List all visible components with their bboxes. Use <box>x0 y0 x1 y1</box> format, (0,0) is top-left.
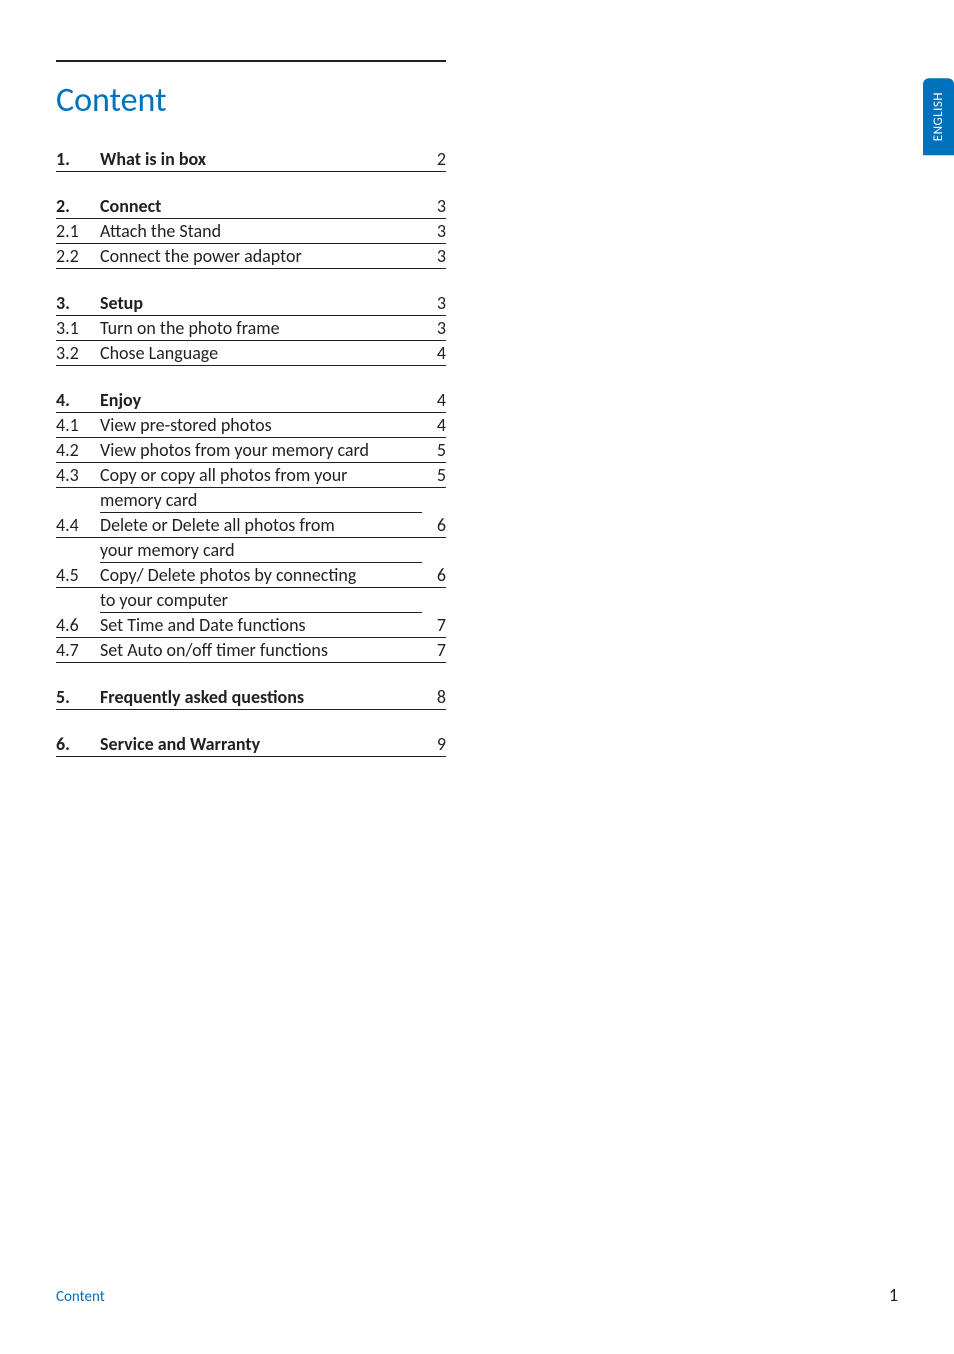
toc-section-head: 4.Enjoy4 <box>56 388 446 413</box>
footer: Content 1 <box>56 1284 898 1306</box>
toc-title: What is in box <box>100 147 422 172</box>
toc-title: Copy/ Delete photos by connecting <box>100 563 422 588</box>
toc-title: Delete or Delete all photos from <box>100 513 422 538</box>
toc-num: 5. <box>56 685 100 710</box>
toc-num: 4.1 <box>56 413 100 438</box>
page: Content 1.What is in box22.Connect32.1At… <box>0 0 954 1354</box>
toc-page: 3 <box>422 316 446 341</box>
toc-title: Attach the Stand <box>100 219 422 244</box>
toc-num: 3. <box>56 291 100 316</box>
toc-item: 4.5Copy/ Delete photos by connecting6 <box>56 563 446 588</box>
toc-item: 3.2Chose Language4 <box>56 341 446 366</box>
toc-item: 2.2Connect the power adaptor3 <box>56 244 446 269</box>
footer-label: Content <box>56 1288 105 1306</box>
toc-section: 3.Setup33.1Turn on the photo frame33.2Ch… <box>56 291 446 366</box>
toc-section: 5.Frequently asked questions8 <box>56 685 446 710</box>
toc-num: 4.6 <box>56 613 100 638</box>
toc-page: 3 <box>422 291 446 316</box>
toc-section-head: 2.Connect3 <box>56 194 446 219</box>
toc-num: 2.1 <box>56 219 100 244</box>
toc-title: Connect <box>100 194 422 219</box>
toc-page: 8 <box>422 685 446 710</box>
toc-title: Service and Warranty <box>100 732 422 757</box>
toc-title: Chose Language <box>100 341 422 366</box>
toc-section: 4.Enjoy44.1View pre-stored photos44.2Vie… <box>56 388 446 663</box>
toc-item: 4.4Delete or Delete all photos from6 <box>56 513 446 538</box>
toc-page: 2 <box>422 147 446 172</box>
toc-title: Copy or copy all photos from your <box>100 463 422 488</box>
toc-num: 4.4 <box>56 513 100 538</box>
toc-title: Connect the power adaptor <box>100 244 422 269</box>
toc-page: 3 <box>422 219 446 244</box>
toc-title: View pre-stored photos <box>100 413 422 438</box>
page-title: Content <box>56 80 898 121</box>
toc-item-continuation: your memory card <box>56 538 446 563</box>
toc-title: Setup <box>100 291 422 316</box>
toc-page: 5 <box>422 438 446 463</box>
toc-num-empty <box>56 589 100 613</box>
toc-item: 3.1Turn on the photo frame3 <box>56 316 446 341</box>
toc-title: Turn on the photo frame <box>100 316 422 341</box>
toc-page: 7 <box>422 613 446 638</box>
toc-title: Enjoy <box>100 388 422 413</box>
toc-page: 3 <box>422 244 446 269</box>
toc-title: View photos from your memory card <box>100 438 422 463</box>
language-tab: ENGLISH <box>923 78 954 155</box>
toc-num: 4.2 <box>56 438 100 463</box>
toc-item: 4.3Copy or copy all photos from your5 <box>56 463 446 488</box>
toc-page: 9 <box>422 732 446 757</box>
toc-num: 1. <box>56 147 100 172</box>
toc-item: 4.2View photos from your memory card5 <box>56 438 446 463</box>
toc-num: 4. <box>56 388 100 413</box>
toc-page: 4 <box>422 341 446 366</box>
toc-num: 2.2 <box>56 244 100 269</box>
toc-title-cont: to your computer <box>100 588 422 613</box>
toc-page-empty <box>422 589 446 613</box>
toc-section: 2.Connect32.1Attach the Stand32.2Connect… <box>56 194 446 269</box>
toc-section-head: 5.Frequently asked questions8 <box>56 685 446 710</box>
toc-page: 7 <box>422 638 446 663</box>
footer-page-number: 1 <box>889 1284 898 1306</box>
toc-num: 6. <box>56 732 100 757</box>
toc-num-empty <box>56 539 100 563</box>
toc-page: 4 <box>422 388 446 413</box>
toc-page-empty <box>422 489 446 513</box>
toc-title-cont: memory card <box>100 488 422 513</box>
toc-num: 4.7 <box>56 638 100 663</box>
toc-section-head: 3.Setup3 <box>56 291 446 316</box>
toc-page: 5 <box>422 463 446 488</box>
toc-title: Set Auto on/off timer functions <box>100 638 422 663</box>
toc-page: 6 <box>422 563 446 588</box>
toc-item-continuation: to your computer <box>56 588 446 613</box>
toc-item-continuation: memory card <box>56 488 446 513</box>
toc-item: 2.1Attach the Stand3 <box>56 219 446 244</box>
top-rule <box>56 60 446 62</box>
toc-page: 6 <box>422 513 446 538</box>
toc-num: 2. <box>56 194 100 219</box>
toc-item: 4.6Set Time and Date functions7 <box>56 613 446 638</box>
toc-section: 1.What is in box2 <box>56 147 446 172</box>
toc-num: 4.3 <box>56 463 100 488</box>
toc-num: 3.1 <box>56 316 100 341</box>
toc-title-cont: your memory card <box>100 538 422 563</box>
toc-section-head: 1.What is in box2 <box>56 147 446 172</box>
toc-section-head: 6.Service and Warranty9 <box>56 732 446 757</box>
toc-num: 4.5 <box>56 563 100 588</box>
toc-section: 6.Service and Warranty9 <box>56 732 446 757</box>
toc-page: 4 <box>422 413 446 438</box>
toc-page-empty <box>422 539 446 563</box>
toc-item: 4.7Set Auto on/off timer functions7 <box>56 638 446 663</box>
toc-num-empty <box>56 489 100 513</box>
toc-page: 3 <box>422 194 446 219</box>
toc-title: Frequently asked questions <box>100 685 422 710</box>
toc-item: 4.1View pre-stored photos4 <box>56 413 446 438</box>
toc-title: Set Time and Date functions <box>100 613 422 638</box>
table-of-contents: 1.What is in box22.Connect32.1Attach the… <box>56 147 446 757</box>
toc-num: 3.2 <box>56 341 100 366</box>
